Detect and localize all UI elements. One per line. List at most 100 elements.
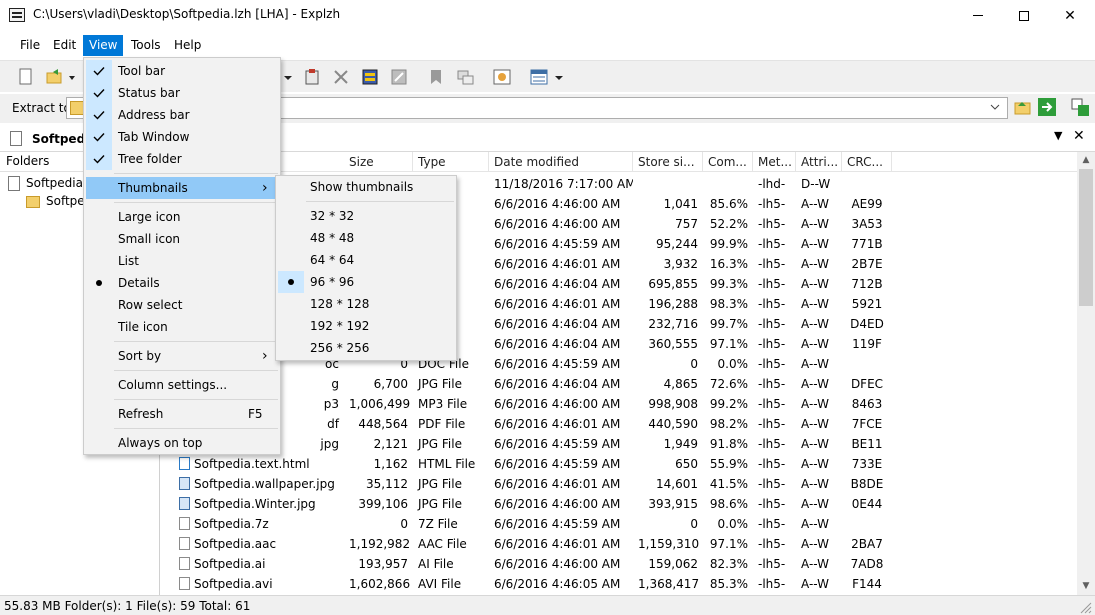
cell-store: 4,865 (663, 377, 698, 391)
menu-help[interactable]: Help (168, 35, 207, 56)
chevron-down-icon[interactable] (989, 101, 1001, 116)
cell-attr: A--W (801, 477, 829, 491)
scroll-up-icon[interactable]: ▲ (1077, 152, 1095, 169)
thumb-menu-item[interactable]: 256 * 256 (278, 337, 454, 359)
dropdown-arrow-icon[interactable] (282, 67, 294, 87)
menu-item-thumbnails[interactable]: Thumbnails › (86, 177, 278, 199)
menu-view[interactable]: View (83, 35, 124, 56)
menu-item-small-icon[interactable]: Small icon (86, 228, 278, 250)
cell-method: -lh5- (758, 317, 786, 331)
maximize-button[interactable] (1001, 0, 1047, 31)
menu-tools[interactable]: Tools (125, 35, 167, 56)
close-button[interactable]: ✕ (1047, 0, 1093, 31)
tab-close-icon[interactable]: ✕ (1073, 128, 1085, 144)
tab-list-dropdown-icon[interactable]: ▼ (1054, 129, 1062, 142)
column-header-type[interactable]: Type (413, 152, 489, 172)
bookmark-button[interactable] (426, 67, 446, 87)
menu-separator (114, 202, 278, 203)
cell-name: Softpedia.avi (174, 574, 344, 594)
cell-size: 2,121 (373, 437, 408, 451)
table-row[interactable]: df 448,564 PDF File 6/6/2016 4:46:01 AM 440,… (160, 414, 1077, 434)
menu-item-status-bar[interactable]: Status bar (86, 82, 278, 104)
column-header-attributes[interactable]: Attri... (796, 152, 842, 172)
test-button[interactable] (360, 67, 380, 87)
delete-button[interactable] (331, 67, 351, 87)
column-header-date[interactable]: Date modified (489, 152, 633, 172)
go-button[interactable] (1038, 98, 1056, 116)
cell-method: -lh5- (758, 217, 786, 231)
cell-attr: A--W (801, 237, 829, 251)
cell-crc: 3A53 (851, 217, 883, 231)
column-header-method[interactable]: Met... (753, 152, 796, 172)
thumb-menu-item[interactable]: 64 * 64 (278, 249, 454, 271)
cell-comp: 97.1% (709, 337, 748, 351)
convert-icon (457, 70, 474, 85)
menu-item-tool-bar[interactable]: Tool bar (86, 60, 278, 82)
thumb-menu-item[interactable]: 128 * 128 (278, 293, 454, 315)
cell-store: 14,601 (656, 477, 698, 491)
extract-go-button[interactable] (1071, 98, 1089, 116)
menu-item-row-select[interactable]: Row select (86, 294, 278, 316)
menu-item-details[interactable]: Details (86, 272, 278, 294)
file-name: Softpedia.wallpaper.jpg (194, 477, 335, 491)
menu-item-list[interactable]: List (86, 250, 278, 272)
table-row[interactable]: Softpedia.wallpaper.jpg 35,112 JPG File 6/6… (160, 474, 1077, 494)
properties-button[interactable] (389, 67, 409, 87)
open-button[interactable] (45, 67, 75, 87)
new-archive-button[interactable] (16, 67, 36, 87)
table-row[interactable]: Softpedia.avi 1,602,866 AVI File 6/6/2016 4… (160, 574, 1077, 594)
file-name: p3 (323, 397, 339, 411)
cell-store: 159,062 (648, 557, 698, 571)
table-row[interactable]: p3 1,006,499 MP3 File 6/6/2016 4:46:00 AM 99… (160, 394, 1077, 414)
thumb-menu-item[interactable]: 192 * 192 (278, 315, 454, 337)
column-header-store-size[interactable]: Store si... (633, 152, 703, 172)
scroll-down-icon[interactable]: ▼ (1077, 578, 1095, 595)
viewer-button[interactable] (492, 67, 512, 87)
menu-item-address-bar[interactable]: Address bar (86, 104, 278, 126)
thumb-menu-item[interactable]: 48 * 48 (278, 227, 454, 249)
column-header-crc[interactable]: CRC... (842, 152, 892, 172)
thumb-menu-item[interactable]: 96 * 96 (278, 271, 454, 293)
table-row[interactable]: jpg 2,121 JPG File 6/6/2016 4:45:59 AM 1,949… (160, 434, 1077, 454)
menu-item-large-icon[interactable]: Large icon (86, 206, 278, 228)
menu-separator (114, 428, 278, 429)
menu-item-tab-window[interactable]: Tab Window (86, 126, 278, 148)
view-grid-icon (530, 69, 563, 85)
column-header-size[interactable]: Size (344, 152, 413, 172)
table-row[interactable]: Softpedia.ai 193,957 AI File 6/6/2016 4:46:… (160, 554, 1077, 574)
convert-button[interactable] (455, 67, 475, 87)
cell-attr: A--W (801, 297, 829, 311)
cell-crc: B8DE (850, 477, 884, 491)
menu-item-always-on-top[interactable]: Always on top (86, 432, 278, 454)
menu-item-tile-icon[interactable]: Tile icon (86, 316, 278, 338)
browse-folder-button[interactable] (1014, 98, 1032, 116)
tree-item-folder[interactable]: Softpe (26, 194, 85, 212)
table-row[interactable]: Softpedia.text.html 1,162 HTML File 6/6/201… (160, 454, 1077, 474)
menu-edit[interactable]: Edit (47, 35, 82, 56)
menu-item-label: Show thumbnails (310, 180, 414, 194)
menu-item-tree-folder[interactable]: Tree folder (86, 148, 278, 170)
minimize-button[interactable] (955, 0, 1001, 31)
minimize-icon (973, 15, 983, 16)
table-row[interactable]: Softpedia.7z 0 7Z File 6/6/2016 4:45:59 AM 0… (160, 514, 1077, 534)
cell-store: 0 (690, 357, 698, 371)
menu-item-refresh[interactable]: Refresh F5 (86, 403, 278, 425)
cell-crc: 712B (851, 277, 883, 291)
menu-item-column-settings[interactable]: Column settings... (86, 374, 278, 396)
view-mode-button[interactable] (529, 67, 569, 87)
column-header-compression[interactable]: Com... (703, 152, 753, 172)
tree-item-root[interactable]: Softpedia (8, 176, 83, 194)
table-row[interactable]: g 6,700 JPG File 6/6/2016 4:46:04 AM 4,865 72… (160, 374, 1077, 394)
table-row[interactable]: Softpedia.Winter.jpg 399,106 JPG File 6/6/2… (160, 494, 1077, 514)
menu-file[interactable]: File (14, 35, 46, 56)
menu-item-sort-by[interactable]: Sort by › (86, 345, 278, 367)
extract-button[interactable] (302, 67, 322, 87)
cell-crc (842, 514, 892, 534)
thumb-menu-item[interactable]: 32 * 32 (278, 205, 454, 227)
cell-store: 998,908 (648, 397, 698, 411)
cell-type: JPG File (418, 377, 462, 391)
table-row[interactable]: Softpedia.aac 1,192,982 AAC File 6/6/2016 4… (160, 534, 1077, 554)
scroll-thumb[interactable] (1079, 169, 1093, 306)
thumb-menu-item[interactable]: Show thumbnails (278, 176, 454, 198)
vertical-scrollbar[interactable]: ▲ ▼ (1077, 152, 1095, 595)
